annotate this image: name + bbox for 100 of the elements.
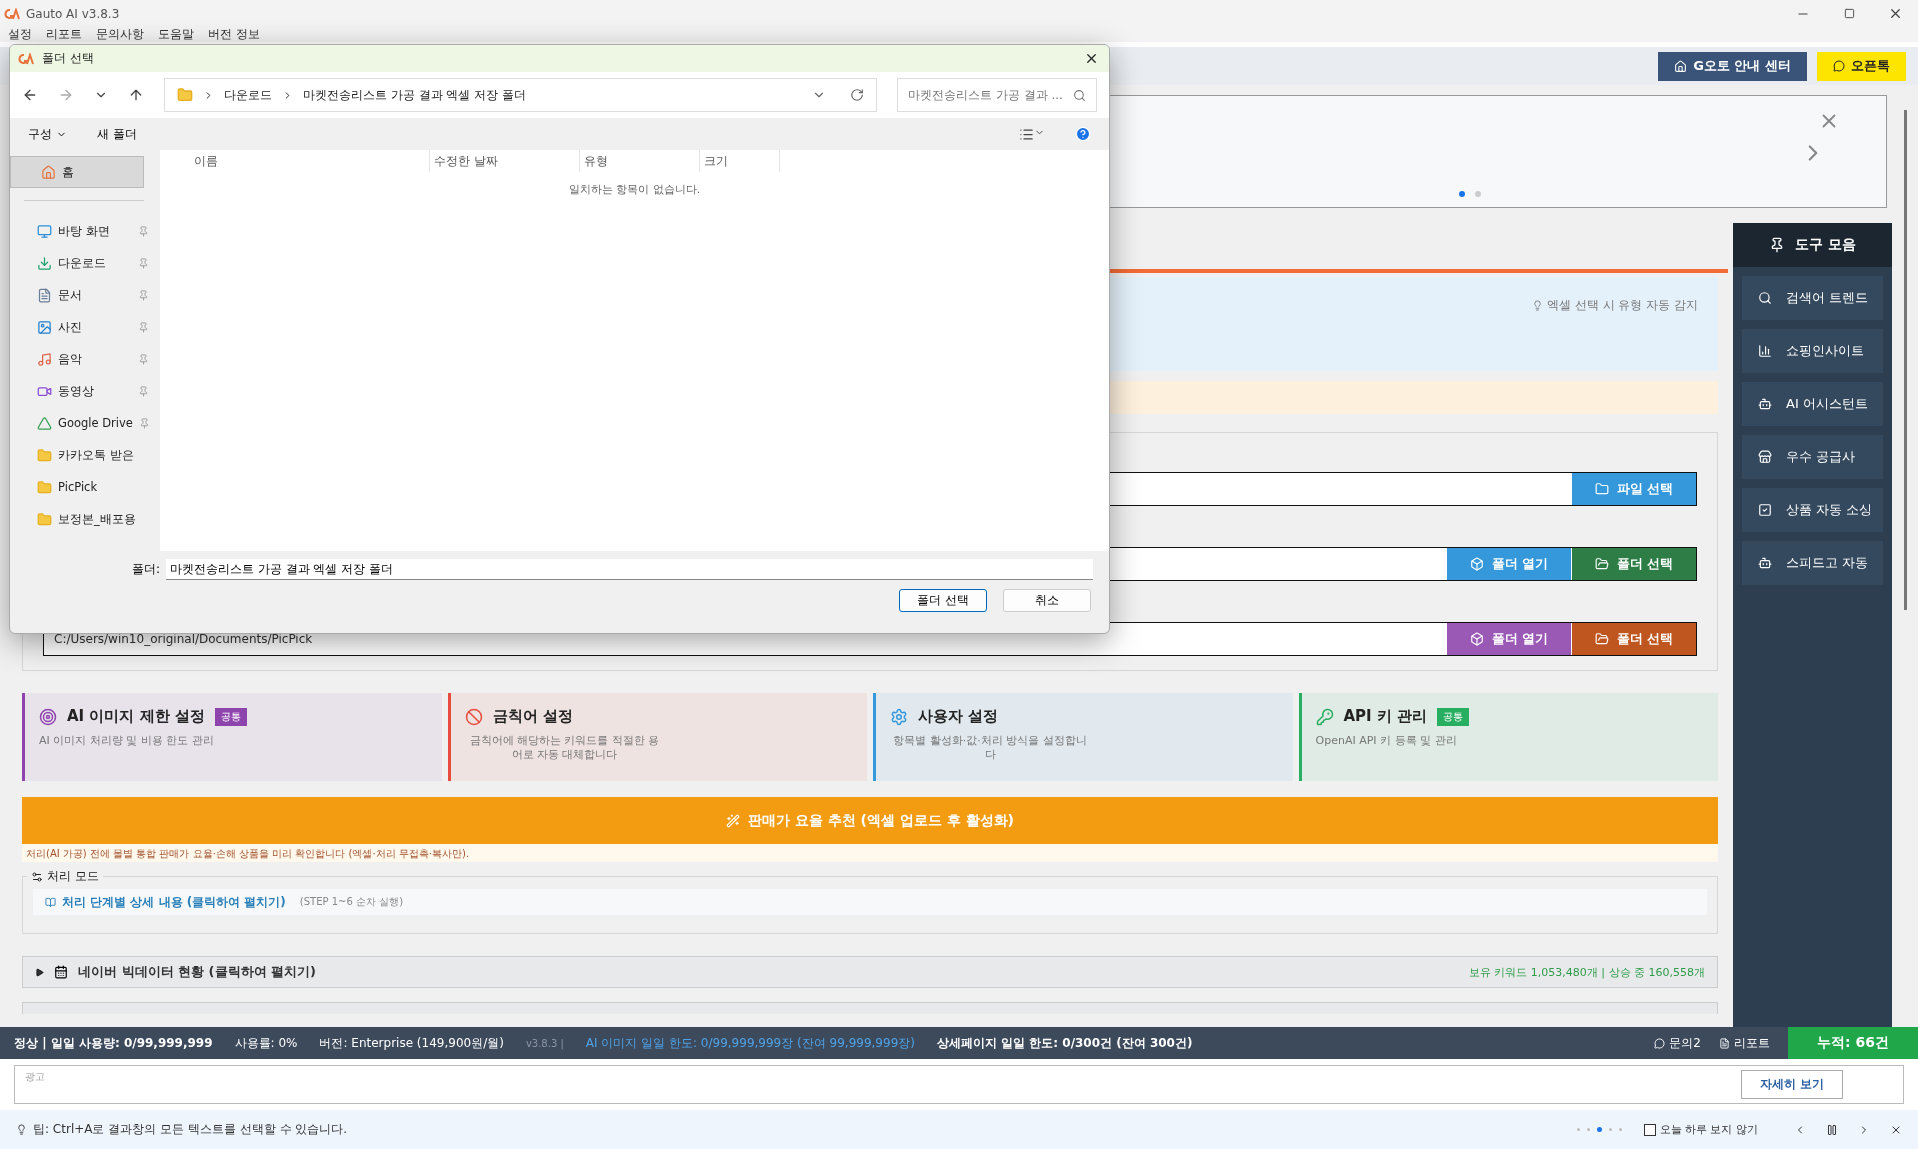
scrollbar[interactable] xyxy=(1904,110,1907,610)
menu-item[interactable]: 리포트 xyxy=(46,27,82,42)
open-chat-button[interactable]: 오픈톡 xyxy=(1817,51,1906,81)
hide-today-checkbox[interactable]: 오늘 하루 보지 않기 xyxy=(1643,1122,1758,1137)
nav-item[interactable]: 카카오톡 받은 xyxy=(10,439,154,471)
nav-item[interactable]: 문서 xyxy=(10,279,154,311)
column-header[interactable]: 유형 xyxy=(580,150,700,172)
folder-open-icon xyxy=(1594,557,1609,571)
menu-item[interactable]: 설정 xyxy=(8,27,32,42)
lightbulb-icon xyxy=(1531,299,1543,311)
home-icon xyxy=(41,164,56,180)
hint-text: 엑셀 선택 시 유형 자동 감지 xyxy=(1546,296,1698,314)
report-link[interactable]: 리포트 xyxy=(1719,1034,1770,1052)
steps-link[interactable]: 처리 단계별 상세 내용 (클릭하여 펼치기) xyxy=(45,893,286,911)
slide-dot[interactable] xyxy=(1459,191,1465,197)
help-icon[interactable] xyxy=(1075,126,1091,142)
page-dot[interactable] xyxy=(1576,1128,1580,1131)
inquiry-link[interactable]: 문의2 xyxy=(1654,1034,1701,1052)
forward-icon[interactable] xyxy=(58,87,74,103)
tool-button[interactable]: 우수 공급사 xyxy=(1742,435,1883,479)
folder-field[interactable]: 마켓전송리스트 가공 결과 엑셀 저장 폴더 xyxy=(166,559,1093,580)
back-icon[interactable] xyxy=(22,87,38,103)
nav-item[interactable]: 다운로드 xyxy=(10,247,154,279)
search-field[interactable]: 마켓전송리스트 가공 결과 ... xyxy=(897,78,1097,112)
select-folder-button[interactable]: 폴더 선택 xyxy=(1571,623,1696,655)
wand-icon xyxy=(725,813,740,828)
robot-icon xyxy=(1758,397,1772,411)
close-icon[interactable] xyxy=(1084,51,1099,66)
nav-item[interactable]: PicPick xyxy=(10,471,154,503)
tool-panel-title: 도구 모음 xyxy=(1795,236,1856,254)
open-folder-button[interactable]: 폴더 열기 xyxy=(1446,623,1571,655)
nav-item[interactable]: 사진 xyxy=(10,311,154,343)
nav-item[interactable]: 바탕 화면 xyxy=(10,215,154,247)
menu-item[interactable]: 버전 정보 xyxy=(208,27,260,42)
details-button[interactable]: 자세히 보기 xyxy=(1741,1070,1843,1099)
view-options-icon[interactable] xyxy=(1019,126,1045,142)
nav-item[interactable]: Google Drive xyxy=(10,407,154,439)
page-dot[interactable] xyxy=(1608,1128,1612,1131)
nav-item[interactable]: 음악 xyxy=(10,343,154,375)
select-folder-button[interactable]: 폴더 선택 xyxy=(899,589,987,612)
lightbulb-icon xyxy=(16,1124,27,1135)
breadcrumb-item[interactable]: 마켓전송리스트 가공 결과 엑셀 저장 폴더 xyxy=(303,86,527,104)
guide-center-button[interactable]: G오토 안내 센터 xyxy=(1658,51,1807,81)
folder-icon xyxy=(37,511,52,527)
pin-icon xyxy=(138,385,149,397)
triangle-icon xyxy=(37,415,52,431)
status-text: 사용률: 0% xyxy=(234,1034,298,1052)
up-icon[interactable] xyxy=(128,87,144,103)
refresh-icon[interactable] xyxy=(850,88,864,102)
address-bar[interactable]: 다운로드 마켓전송리스트 가공 결과 엑셀 저장 폴더 xyxy=(164,78,877,112)
download-icon xyxy=(37,255,52,271)
page-dot[interactable] xyxy=(1618,1128,1622,1131)
nav-item[interactable]: 보정본_배포용 xyxy=(10,503,154,535)
status-text: 버전: Enterprise (149,900원/월) xyxy=(319,1034,504,1052)
path-value: C:/Users/win10_original/Documents/PicPick xyxy=(54,632,313,646)
maximize-icon[interactable] xyxy=(1843,8,1855,19)
settings-card[interactable]: AI 이미지 제한 설정 공통 AI 이미지 처리량 및 비용 한도 관리 xyxy=(22,693,442,781)
column-header[interactable]: 이름 xyxy=(190,150,430,172)
cancel-button[interactable]: 취소 xyxy=(1003,589,1091,612)
new-folder-button[interactable]: 새 폴더 xyxy=(97,125,137,143)
note-text: 처리(AI 가공) 전에 몰별 통합 판매가 요율·손해 상품을 미리 확인합니다 (엑셀·처리 무접촉·복사만). xyxy=(22,844,1718,862)
breadcrumb-item[interactable]: 다운로드 xyxy=(224,86,272,104)
folder-icon xyxy=(37,447,52,463)
chat-bubble-icon xyxy=(1833,60,1845,72)
menu-item[interactable]: 도움말 xyxy=(158,27,194,42)
nav-item[interactable]: 홈 xyxy=(10,156,144,188)
slide-dot[interactable] xyxy=(1475,191,1481,197)
tool-button[interactable]: AI 어시스턴트 xyxy=(1742,382,1883,426)
dialog-title: 폴더 선택 xyxy=(42,50,94,67)
tool-button[interactable]: 검색어 트렌드 xyxy=(1742,276,1883,320)
settings-card[interactable]: API 키 관리 공통 OpenAI API 키 등록 및 관리 xyxy=(1298,693,1718,781)
book-icon xyxy=(45,896,56,908)
robot-icon xyxy=(1758,556,1772,570)
folder-label: 폴더: xyxy=(131,561,160,578)
tool-button[interactable]: 상품 자동 소싱 xyxy=(1742,488,1883,532)
folder-icon xyxy=(37,479,52,495)
calendar-icon xyxy=(54,965,68,979)
tool-button[interactable]: 쇼핑인사이트 xyxy=(1742,329,1883,373)
folder-icon xyxy=(1594,482,1609,496)
nav-item[interactable]: 동영상 xyxy=(10,375,154,407)
settings-card[interactable]: 사용자 설정 항목별 활성화·값·처리 방식을 설정합니다 xyxy=(873,693,1293,781)
column-header[interactable]: 수정한 날짜 xyxy=(430,150,580,172)
music-icon xyxy=(37,351,52,367)
card-description: AI 이미지 처리량 및 비용 한도 관리 xyxy=(39,734,214,748)
settings-card[interactable]: 금칙어 설정 금칙어에 해당하는 키워드를 적절한 용어로 자동 대체합니다 xyxy=(447,693,867,781)
select-folder-button[interactable]: 폴더 선택 xyxy=(1571,548,1696,580)
tool-button[interactable]: 스피드고 자동 xyxy=(1742,541,1883,585)
pause-icon[interactable] xyxy=(1826,1123,1838,1136)
box-icon xyxy=(1469,632,1484,646)
chat-bubble-icon xyxy=(1654,1037,1666,1049)
box-icon xyxy=(1469,557,1484,571)
pin-icon xyxy=(138,289,149,301)
page-dot[interactable] xyxy=(1596,1127,1602,1132)
keyword-stats: 보유 키워드 1,053,480개 | 상승 중 160,558개 xyxy=(1468,964,1705,980)
bigdata-header[interactable]: 네이버 빅데이터 현황 (클릭하여 펼치기) 보유 키워드 1,053,480개 | 상승 중 160,558개 xyxy=(22,956,1718,988)
column-header[interactable]: 크기 xyxy=(700,150,780,172)
menu-item[interactable]: 문의사항 xyxy=(96,27,144,42)
organize-button[interactable]: 구성 xyxy=(28,125,67,143)
search-icon xyxy=(1758,291,1772,305)
page-dot[interactable] xyxy=(1586,1128,1590,1131)
